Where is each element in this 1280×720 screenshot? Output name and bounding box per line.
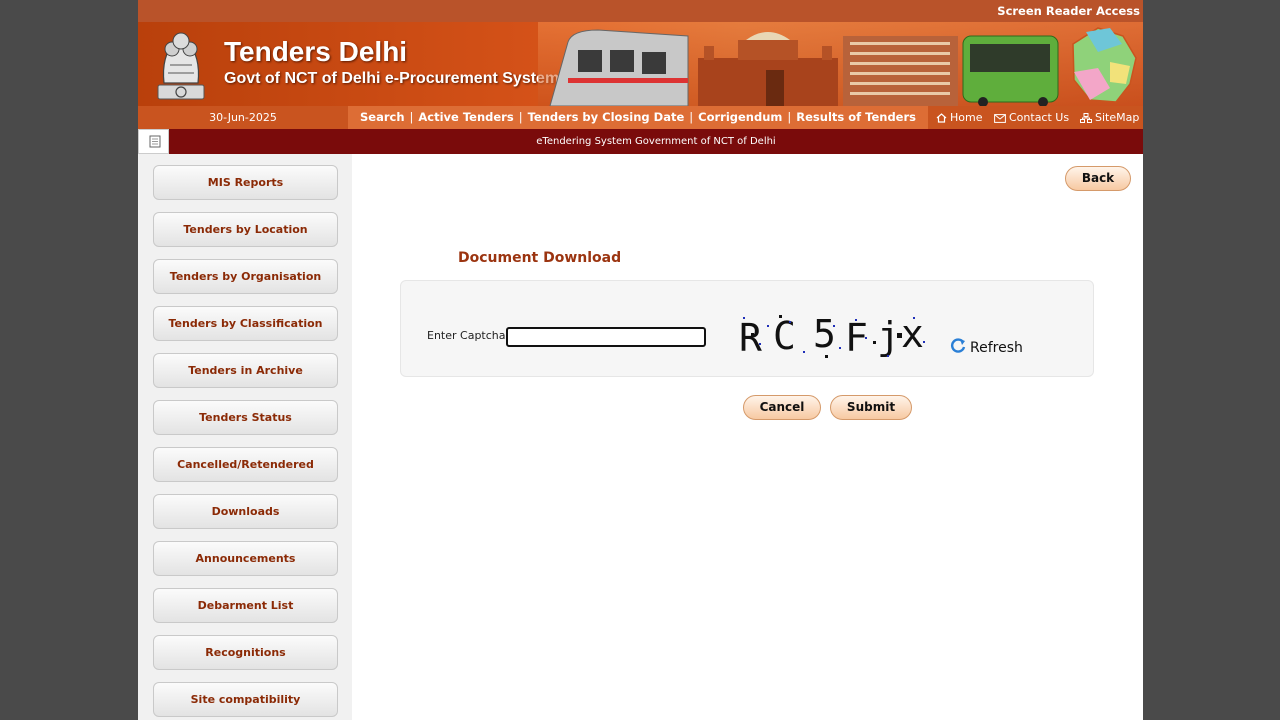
main-menu: Search | Active Tenders | Tenders by Closing… [348,106,928,129]
sidebar-item-tenders-by-classification[interactable]: Tenders by Classification [153,306,338,341]
main-content: Back Document Download Enter Captcha R C… [352,154,1143,720]
captcha-char: x [901,312,924,356]
menu-separator: | [787,110,792,124]
sidebar-item-recognitions[interactable]: Recognitions [153,635,338,670]
captcha-char: C [773,314,796,358]
site-title: Tenders Delhi [224,36,408,67]
refresh-icon [951,338,966,353]
contact-us-link[interactable]: Contact Us [994,106,1069,129]
sidebar-item-tenders-by-location[interactable]: Tenders by Location [153,212,338,247]
captcha-image: R C 5 F j x [739,312,925,359]
contact-label: Contact Us [1009,111,1070,124]
sidebar-item-debarment-list[interactable]: Debarment List [153,588,338,623]
captcha-char: F [845,316,868,359]
menu-separator: | [409,110,414,124]
navigation-bar: 30-Jun-2025 Search | Active Tenders | Tender… [138,106,1143,129]
submit-button[interactable]: Submit [830,395,912,420]
utility-links: Home Contact Us SiteMap [928,106,1143,129]
screen-reader-access-link[interactable]: Screen Reader Access [997,4,1140,18]
current-date: 30-Jun-2025 [138,106,348,129]
captcha-input[interactable] [506,327,706,347]
page-frame: Screen Reader Access Tenders Delhi Govt … [138,0,1143,720]
sidebar: MIS Reports Tenders by Location Tenders … [138,154,352,720]
captcha-char: R [739,316,762,359]
menu-active-tenders[interactable]: Active Tenders [418,110,513,124]
cancel-button[interactable]: Cancel [743,395,821,420]
sidebar-item-cancelled-retendered[interactable]: Cancelled/Retendered [153,447,338,482]
banner-collage-image [538,22,1143,106]
home-link[interactable]: Home [936,106,982,129]
national-emblem-icon [157,32,205,100]
refresh-label: Refresh [970,340,1023,356]
home-label: Home [950,111,983,124]
ticker-text: eTendering System Government of NCT of D… [536,136,776,147]
captcha-panel: Enter Captcha R C 5 F j x Refresh [400,280,1094,377]
menu-results-of-tenders[interactable]: Results of Tenders [796,110,916,124]
menu-search[interactable]: Search [360,110,405,124]
captcha-label: Enter Captcha [427,329,506,342]
menu-tenders-by-closing-date[interactable]: Tenders by Closing Date [528,110,685,124]
sidebar-item-mis-reports[interactable]: MIS Reports [153,165,338,200]
menu-separator: | [518,110,523,124]
captcha-char: 5 [813,312,836,356]
section-title: Document Download [458,250,622,266]
sitemap-label: SiteMap [1095,111,1140,124]
menu-separator: | [689,110,694,124]
sitemap-link[interactable]: SiteMap [1080,106,1139,129]
sidebar-item-tenders-by-organisation[interactable]: Tenders by Organisation [153,259,338,294]
ticker-icon-box [138,129,169,154]
sidebar-item-tenders-in-archive[interactable]: Tenders in Archive [153,353,338,388]
home-icon [936,113,947,123]
back-button[interactable]: Back [1065,166,1131,191]
sidebar-item-downloads[interactable]: Downloads [153,494,338,529]
sitemap-icon [1080,113,1092,123]
menu-corrigendum[interactable]: Corrigendum [698,110,782,124]
refresh-captcha-button[interactable]: Refresh [949,337,1023,356]
site-banner: Tenders Delhi Govt of NCT of Delhi e-Pro… [138,22,1143,106]
sidebar-item-site-compatibility[interactable]: Site compatibility [153,682,338,717]
sidebar-item-tenders-status[interactable]: Tenders Status [153,400,338,435]
sidebar-item-announcements[interactable]: Announcements [153,541,338,576]
document-icon [149,135,161,148]
captcha-char: j [877,314,900,358]
site-subtitle: Govt of NCT of Delhi e-Procurement Syste… [224,70,560,87]
mail-icon [994,114,1006,123]
top-strip: Screen Reader Access [138,0,1143,22]
announcement-ticker: eTendering System Government of NCT of D… [138,129,1143,154]
